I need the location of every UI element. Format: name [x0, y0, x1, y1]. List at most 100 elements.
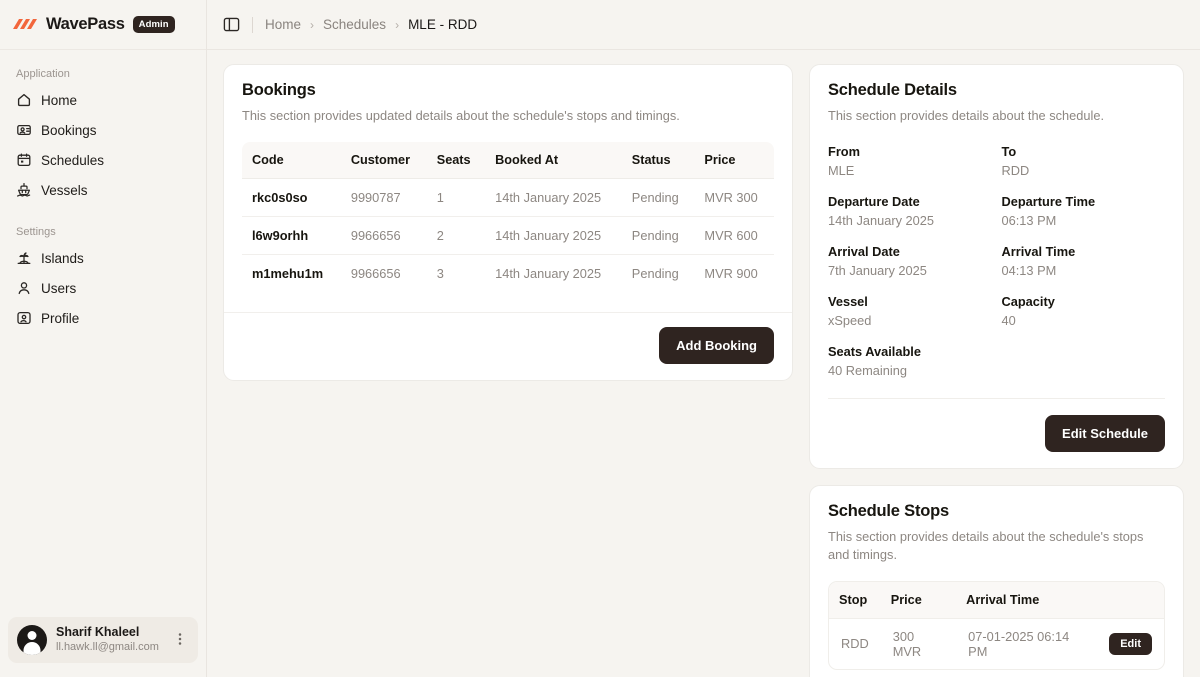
nav-group-label-application: Application: [16, 68, 70, 80]
column-header-actions: [1097, 581, 1164, 619]
schedule-stops-subtitle: This section provides details about the …: [828, 528, 1144, 563]
detail-value: 40: [1001, 312, 1016, 328]
sidebar-item-home[interactable]: Home: [8, 86, 198, 114]
island-icon: [16, 250, 32, 266]
detail-field-capacity: Capacity 40: [1002, 294, 1166, 328]
more-vertical-icon[interactable]: [171, 631, 189, 649]
brand-header[interactable]: WavePass Admin: [0, 0, 206, 50]
bookings-card: Bookings This section provides updated d…: [223, 64, 793, 381]
bookings-card-footer: Add Booking: [224, 311, 792, 380]
sidebar-item-vessels[interactable]: Vessels: [8, 176, 198, 204]
sidebar-item-schedules[interactable]: Schedules: [8, 146, 198, 174]
detail-field-from: From MLE: [828, 144, 992, 178]
brand-name: WavePass: [46, 15, 125, 33]
ship-icon: [16, 182, 32, 198]
topbar-divider: [252, 16, 253, 33]
schedule-stops-table: Stop Price Arrival Time RDD 300 MVR 07-0…: [829, 581, 1164, 669]
detail-label: Seats Available: [828, 343, 921, 359]
user-icon: [16, 280, 32, 296]
cell-price: MVR 600: [694, 216, 774, 255]
sidebar-item-profile[interactable]: Profile: [8, 304, 198, 332]
detail-value: 04:13 PM: [1001, 262, 1057, 278]
nav-group-label-settings: Settings: [16, 226, 56, 238]
bookings-card-body: Bookings This section provides updated d…: [224, 65, 792, 308]
sidebar-item-label: Vessels: [41, 182, 88, 198]
left-column: Bookings This section provides updated d…: [223, 64, 793, 677]
detail-label: Departure Time: [1001, 193, 1096, 209]
breadcrumb-item-home[interactable]: Home: [265, 17, 301, 32]
detail-value: 06:13 PM: [1001, 212, 1057, 228]
detail-label: Arrival Date: [828, 243, 900, 259]
table-row[interactable]: RDD 300 MVR 07-01-2025 06:14 PM Edit: [829, 618, 1164, 669]
table-header-row: Stop Price Arrival Time: [829, 581, 1164, 619]
detail-field-seats-available: Seats Available 40 Remaining: [828, 344, 992, 378]
sidebar-item-label: Bookings: [41, 122, 97, 138]
ticket-icon: [16, 122, 32, 138]
admin-badge: Admin: [132, 16, 175, 33]
detail-field-to: To RDD: [1002, 144, 1166, 178]
bookings-subtitle: This section provides updated details ab…: [242, 108, 680, 123]
column-header-code: Code: [242, 141, 341, 179]
cell-status: Pending: [631, 265, 679, 281]
detail-label: Departure Date: [828, 193, 920, 209]
content-area: Bookings This section provides updated d…: [207, 50, 1200, 677]
cell-booked-at: 14th January 2025: [485, 178, 622, 217]
sidebar-item-label: Islands: [41, 250, 84, 266]
user-meta: Sharif Khaleel ll.hawk.ll@gmail.com: [56, 625, 162, 655]
detail-value: MLE: [828, 162, 855, 178]
table-row[interactable]: l6w9orhh 9966656 2 14th January 2025 Pen…: [242, 216, 774, 255]
panel-toggle-icon[interactable]: [223, 16, 240, 33]
calendar-icon: [16, 152, 32, 168]
sidebar-item-islands[interactable]: Islands: [8, 244, 198, 272]
main-area: Home › Schedules › MLE - RDD Bookings Th…: [207, 0, 1200, 677]
column-header-price: Price: [694, 141, 774, 179]
cell-price: MVR 300: [694, 178, 774, 217]
app-root: WavePass Admin Application Home Bookings…: [0, 0, 1200, 677]
sidebar-item-users[interactable]: Users: [8, 274, 198, 302]
column-header-stop: Stop: [829, 581, 881, 619]
column-header-booked-at: Booked At: [485, 141, 622, 179]
edit-stop-button[interactable]: Edit: [1109, 632, 1152, 655]
user-account-card[interactable]: Sharif Khaleel ll.hawk.ll@gmail.com: [8, 616, 198, 663]
schedule-details-divider: [828, 397, 1165, 399]
sidebar-item-bookings[interactable]: Bookings: [8, 116, 198, 144]
avatar-icon: [17, 624, 47, 655]
cell-customer: 9966656: [350, 265, 401, 281]
cell-status: Pending: [621, 216, 695, 255]
column-header-seats: Seats: [426, 141, 486, 179]
breadcrumb-item-schedules[interactable]: Schedules: [323, 17, 386, 32]
column-header-price: Price: [880, 581, 957, 619]
column-header-customer: Customer: [340, 141, 427, 179]
cell-booked-at: 14th January 2025: [495, 265, 602, 281]
cell-code: m1mehu1m: [252, 265, 324, 281]
detail-field-departure-date: Departure Date 14th January 2025: [828, 194, 992, 228]
sidebar-item-label: Home: [41, 92, 78, 108]
schedule-stops-table-wrap: Stop Price Arrival Time RDD 300 MVR 07-0…: [828, 580, 1165, 670]
edit-schedule-button[interactable]: Edit Schedule: [1045, 414, 1165, 452]
detail-field-arrival-date: Arrival Date 7th January 2025: [828, 244, 992, 278]
cell-price: 300 MVR: [892, 628, 922, 659]
sidebar-nav: Application Home Bookings Schedules Vess…: [0, 50, 206, 609]
cell-price: MVR 900: [704, 265, 758, 281]
detail-field-departure-time: Departure Time 06:13 PM: [1002, 194, 1166, 228]
add-booking-button[interactable]: Add Booking: [659, 326, 774, 364]
schedule-stops-body: Schedule Stops This section provides det…: [810, 486, 1183, 677]
wave-logo-icon: [12, 16, 38, 34]
cell-arrival-time: 07-01-2025 06:14 PM: [968, 628, 1070, 659]
detail-value: RDD: [1001, 162, 1030, 178]
detail-label: Vessel: [828, 293, 868, 309]
cell-status: Pending: [621, 178, 695, 217]
detail-value: 40 Remaining: [828, 362, 907, 378]
user-email: ll.hawk.ll@gmail.com: [56, 641, 159, 654]
bookings-table: Code Customer Seats Booked At Status Pri…: [242, 141, 774, 292]
topbar: Home › Schedules › MLE - RDD: [207, 0, 1200, 50]
breadcrumb: Home › Schedules › MLE - RDD: [265, 17, 477, 32]
schedule-stops-card: Schedule Stops This section provides det…: [809, 484, 1184, 677]
home-icon: [16, 92, 32, 108]
table-row[interactable]: rkc0s0so 9990787 1 14th January 2025 Pen…: [242, 178, 774, 217]
schedule-details-footer: Edit Schedule: [810, 414, 1183, 468]
schedule-details-body: Schedule Details This section provides d…: [810, 65, 1183, 415]
table-row[interactable]: m1mehu1m 9966656 3 14th January 2025 Pen…: [242, 254, 774, 292]
bookings-table-head: Code Customer Seats Booked At Status Pri…: [242, 141, 774, 179]
cell-seats: 2: [426, 216, 486, 255]
